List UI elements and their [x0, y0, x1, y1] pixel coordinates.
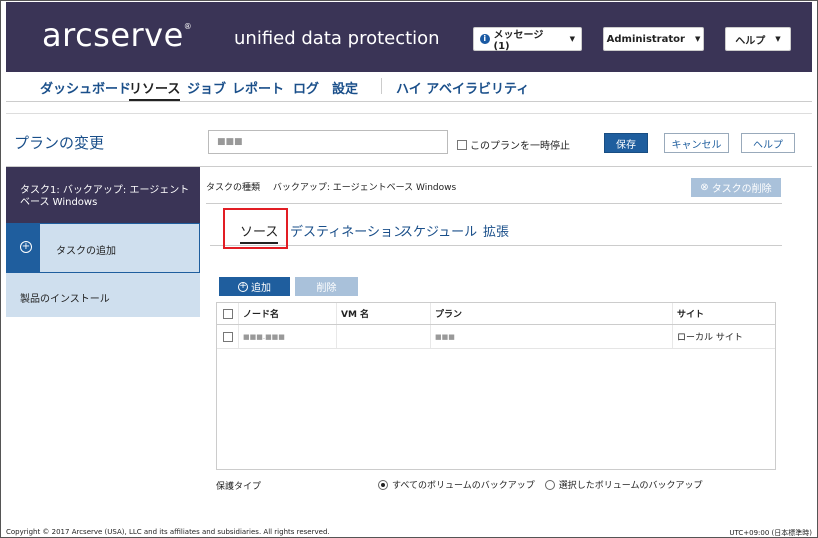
pause-plan-label: このプランを一時停止: [470, 141, 570, 152]
select-all-cell: [217, 303, 239, 324]
cell-plan: ■■■: [431, 325, 673, 348]
admin-button[interactable]: Administrator ▼: [603, 27, 704, 51]
cancel-button[interactable]: キャンセル: [664, 133, 729, 153]
timezone-text: UTC+09:00 (日本標準時): [729, 529, 812, 537]
task-tabs: ソース デスティネーション スケジュール 拡張: [210, 212, 782, 246]
radio-all-volumes[interactable]: [378, 479, 388, 490]
table-header: ノード名 VM 名 プラン サイト: [217, 303, 775, 325]
nav-jobs[interactable]: ジョブ: [187, 78, 226, 97]
help-button[interactable]: ヘルプ: [741, 133, 795, 153]
help-menu-button[interactable]: ヘルプ ▼: [725, 27, 791, 51]
cell-node-name: ■■■.■■■: [239, 325, 337, 348]
sidebar-item-install[interactable]: 製品のインストール: [6, 273, 200, 317]
radio-selected-volumes[interactable]: [544, 479, 555, 490]
select-all-checkbox[interactable]: [222, 308, 233, 319]
divider: [206, 203, 782, 204]
tab-schedule[interactable]: スケジュール: [400, 221, 477, 240]
nav-reports[interactable]: レポート: [232, 78, 284, 97]
radio-all-volumes-label: すべてのボリュームのバックアップ: [392, 481, 535, 491]
task-type-label: タスクの種類: [206, 183, 261, 193]
sidebar-item-add-task[interactable]: + タスクの追加: [6, 223, 200, 273]
chevron-down-icon: ▼: [775, 35, 781, 43]
plus-circle-icon: +: [20, 241, 32, 253]
table-row[interactable]: ■■■.■■■ ■■■ ローカル サイト: [217, 325, 775, 349]
registered-mark: ®: [183, 22, 193, 31]
column-header-site[interactable]: サイト: [673, 303, 775, 324]
info-icon: i: [480, 34, 490, 44]
nav-settings[interactable]: 設定: [332, 78, 358, 97]
remove-node-button[interactable]: 削除: [295, 277, 358, 296]
copyright-text: Copyright © 2017 Arcserve (USA), LLC and…: [6, 528, 330, 536]
arcserve-logo: arcserve®: [42, 16, 192, 54]
page-title: プランの変更: [14, 134, 105, 152]
add-label: 追加: [251, 283, 271, 294]
task-type-value: バックアップ: エージェントベース Windows: [272, 183, 457, 193]
cell-site: ローカル サイト: [677, 333, 743, 343]
node-table: ノード名 VM 名 プラン サイト ■■■.■■■ ■■■ ローカル サイト: [216, 302, 776, 470]
radio-selected-volumes-label: 選択したボリュームのバックアップ: [558, 481, 703, 491]
plus-circle-icon: +: [238, 280, 248, 292]
chevron-down-icon: ▼: [569, 35, 575, 43]
cell-vm-name: [337, 325, 431, 348]
nav-divider: [381, 78, 382, 94]
add-node-button[interactable]: + 追加: [219, 277, 290, 296]
nav-dashboard[interactable]: ダッシュボード: [40, 78, 131, 97]
tab-advanced[interactable]: 拡張: [483, 221, 509, 240]
nav-log[interactable]: ログ: [293, 78, 319, 97]
app-header: arcserve® unified data protection i メッセー…: [6, 2, 812, 72]
product-name: unified data protection: [234, 28, 440, 49]
column-header-vm[interactable]: VM 名: [337, 303, 431, 324]
add-task-label: タスクの追加: [40, 224, 199, 272]
highlight-box: [223, 208, 288, 249]
tab-destination[interactable]: デスティネーション: [290, 221, 406, 240]
main-nav: ダッシュボード リソース ジョブ レポート ログ 設定 ハイ アベイラビリティ: [6, 72, 812, 102]
column-header-node[interactable]: ノード名: [239, 303, 337, 324]
row-checkbox-cell: [217, 325, 239, 348]
plan-name-input[interactable]: ■■■: [208, 130, 448, 154]
checkbox-icon: [457, 139, 467, 150]
messages-button[interactable]: i メッセージ (1) ▼: [473, 27, 582, 52]
delete-task-label: タスクの削除: [711, 184, 772, 195]
logo-text: arcserve: [42, 16, 184, 54]
column-header-plan[interactable]: プラン: [431, 303, 673, 324]
nav-high-availability[interactable]: ハイ アベイラビリティ: [396, 78, 529, 97]
save-button[interactable]: 保存: [604, 133, 648, 153]
chevron-down-icon: ▼: [694, 35, 701, 43]
help-menu-label: ヘルプ: [735, 35, 766, 47]
pause-plan-checkbox[interactable]: このプランを一時停止: [457, 137, 570, 152]
close-circle-icon: ⊗: [700, 182, 709, 193]
sidebar-item-task1[interactable]: タスク1: バックアップ: エージェント ベース Windows: [6, 167, 200, 223]
delete-task-button[interactable]: ⊗ タスクの削除: [691, 178, 781, 197]
messages-label: メッセージ (1): [493, 30, 544, 52]
nav-resources[interactable]: リソース: [129, 78, 181, 101]
protection-type-label: 保護タイプ: [216, 482, 262, 492]
admin-label: Administrator: [606, 33, 685, 45]
task-type: タスクの種類 バックアップ: エージェントベース Windows: [206, 180, 456, 193]
protection-type-options: すべてのボリュームのバックアップ 選択したボリュームのバックアップ: [378, 478, 702, 491]
row-checkbox[interactable]: [222, 331, 233, 342]
plan-toolbar: プランの変更 ■■■ このプランを一時停止 保存 キャンセル ヘルプ: [6, 113, 812, 167]
